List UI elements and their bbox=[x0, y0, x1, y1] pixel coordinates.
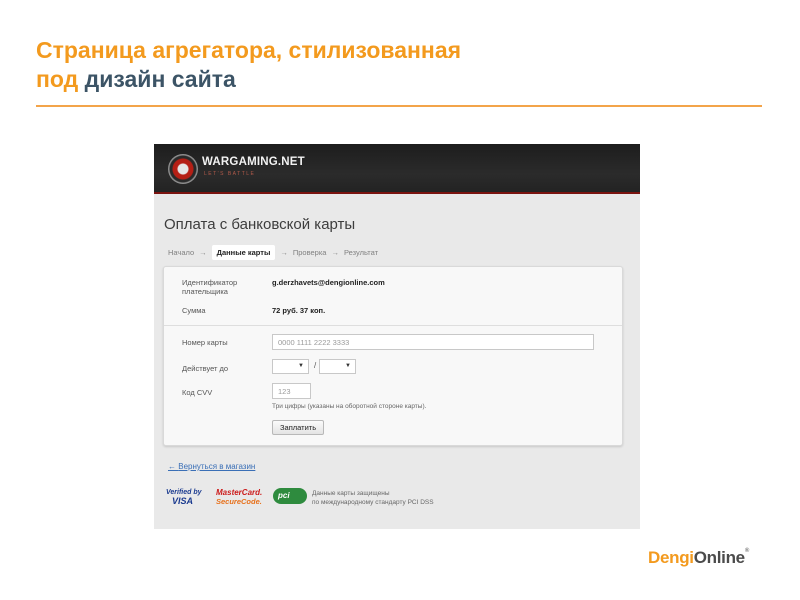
site-logo-tagline: LET'S BATTLE bbox=[204, 171, 256, 177]
wargaming-logo-icon[interactable] bbox=[168, 154, 198, 184]
mastercard-logo-line2: SecureCode. bbox=[216, 497, 262, 506]
checkout-steps: Начало → Данные карты → Проверка → Резул… bbox=[168, 245, 378, 260]
mastercard-securecode-logo: MasterCard. SecureCode. bbox=[216, 488, 262, 506]
slide-title-accent: под bbox=[36, 66, 79, 92]
chevron-down-icon: ▼ bbox=[298, 363, 304, 369]
visa-logo-line2: VISA bbox=[172, 496, 194, 506]
verified-by-visa-logo: Verified by VISA bbox=[166, 488, 202, 506]
amount-label: Сумма bbox=[182, 306, 206, 315]
expiry-year-select[interactable]: ▼ bbox=[319, 359, 356, 374]
amount-value: 72 руб. 37 коп. bbox=[272, 306, 326, 315]
dengionline-logo: DengiOnline® bbox=[648, 548, 749, 568]
site-header: WARGAMING.NET LET'S BATTLE bbox=[154, 144, 640, 194]
form-divider bbox=[164, 325, 622, 326]
expiry-month-select[interactable]: ▼ bbox=[272, 359, 309, 374]
payer-id-label: Идентификатор плательщика bbox=[182, 278, 238, 296]
pay-button[interactable]: Заплатить bbox=[272, 420, 325, 435]
slide-title: Страница агрегатора, стилизованная под д… bbox=[36, 36, 461, 94]
brand-part1: Dengi bbox=[648, 548, 694, 567]
step-arrow-icon: → bbox=[280, 248, 288, 257]
site-logo-text[interactable]: WARGAMING.NET bbox=[202, 156, 305, 168]
card-number-input[interactable]: 0000 1111 2222 3333 bbox=[272, 334, 594, 350]
slide-title-rest: дизайн сайта bbox=[78, 66, 236, 92]
slide-title-line1: Страница агрегатора, стилизованная bbox=[36, 37, 462, 63]
card-number-label: Номер карты bbox=[182, 338, 228, 347]
back-to-shop-label: Вернуться в магазин bbox=[178, 462, 256, 471]
step-result: Результат bbox=[343, 248, 379, 257]
page-heading: Оплата с банковской карты bbox=[164, 216, 356, 233]
mastercard-logo-line1: MasterCard. bbox=[216, 488, 263, 497]
cvv-hint: Три цифры (указаны на оборотной стороне … bbox=[272, 403, 427, 410]
cvv-label: Код CVV bbox=[182, 388, 213, 397]
payer-id-value: g.derzhavets@dengionline.com bbox=[272, 278, 385, 287]
step-arrow-icon: → bbox=[199, 248, 207, 257]
brand-registered-mark: ® bbox=[744, 548, 749, 554]
aggregator-page-screenshot: WARGAMING.NET LET'S BATTLE Оплата с банк… bbox=[154, 144, 640, 529]
chevron-down-icon: ▼ bbox=[345, 363, 351, 369]
payment-form: Идентификатор плательщика g.derzhavets@d… bbox=[163, 266, 623, 446]
pci-note-line2: по международному стандарту PCI DSS bbox=[312, 499, 434, 506]
expiry-separator: / bbox=[314, 361, 317, 370]
step-card-data: Данные карты bbox=[211, 245, 276, 260]
step-verification: Проверка bbox=[292, 248, 327, 257]
step-start: Начало bbox=[168, 248, 195, 257]
cvv-input[interactable]: 123 bbox=[272, 383, 311, 399]
back-to-shop-link[interactable]: ← Вернуться в магазин bbox=[168, 462, 255, 471]
arrow-left-icon: ← bbox=[168, 462, 176, 471]
title-divider bbox=[36, 105, 762, 107]
pci-dss-note: Данные карты защищены по международному … bbox=[312, 489, 434, 507]
pci-dss-logo: pci bbox=[273, 488, 307, 504]
step-arrow-icon: → bbox=[331, 248, 339, 257]
brand-part2: Online bbox=[693, 548, 745, 567]
expiry-label: Действует до bbox=[182, 364, 229, 373]
slide-title-line2: под дизайн сайта bbox=[36, 65, 461, 94]
pci-note-line1: Данные карты защищены bbox=[312, 490, 390, 497]
